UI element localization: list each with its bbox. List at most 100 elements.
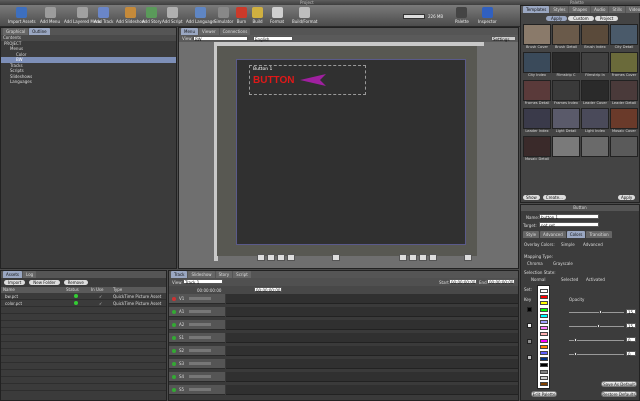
asset-row[interactable]	[1, 363, 166, 370]
end-field[interactable]: 00:00:00:00	[487, 279, 515, 285]
option-button-2[interactable]	[409, 254, 417, 261]
opacity-slider-knob[interactable]	[599, 310, 602, 314]
track-row-header[interactable]: S3	[169, 359, 225, 369]
color-menu-item[interactable]	[540, 295, 548, 300]
track-selector[interactable]	[189, 362, 211, 365]
asset-row[interactable]	[1, 342, 166, 349]
play-button[interactable]	[332, 254, 340, 261]
track-lane[interactable]	[226, 346, 518, 356]
track-enable-icon[interactable]	[172, 297, 176, 301]
tab-advanced[interactable]: Advanced	[540, 231, 566, 238]
color-popup-menu[interactable]	[537, 285, 550, 389]
toolbar-button-4[interactable]: Add Slideshow	[116, 5, 145, 27]
track-lane[interactable]	[226, 333, 518, 343]
mapping-grayscale[interactable]: Grayscale	[553, 261, 573, 266]
asset-row[interactable]: bw.pct ✓ QuickTime Picture Asset	[1, 293, 166, 300]
tab-slideshow[interactable]: Slideshow	[188, 271, 215, 278]
nav-button-4[interactable]	[287, 254, 295, 261]
track-lane[interactable]	[226, 385, 518, 395]
toolbar-button-9[interactable]: Burn	[236, 5, 247, 27]
template-thumb[interactable]: Brush Detail	[552, 24, 580, 51]
track-row-header[interactable]: A1	[169, 307, 225, 317]
language-select[interactable]: English	[253, 36, 293, 42]
overlay-advanced[interactable]: Advanced	[583, 242, 603, 247]
subtab-custom[interactable]: Custom	[568, 16, 594, 21]
col-in-use[interactable]: In Use	[91, 287, 103, 292]
toolbar-button-6[interactable]: Add Script	[162, 5, 183, 27]
track-lane[interactable]	[226, 307, 518, 317]
asset-row[interactable]	[1, 314, 166, 321]
selection-normal[interactable]: Normal	[531, 277, 545, 282]
settings-button[interactable]: Settings	[491, 36, 516, 42]
template-thumb[interactable]: City Index	[523, 52, 551, 79]
tab-log[interactable]: Log	[23, 271, 37, 278]
restore-defaults-button[interactable]: Restore Defaults	[601, 391, 637, 397]
outline-item[interactable]: Languages	[1, 79, 176, 85]
tab-graphical[interactable]: Graphical	[3, 28, 29, 35]
color-menu-item[interactable]	[540, 375, 548, 380]
asset-row[interactable]: color.pct ✓ QuickTime Picture Asset	[1, 300, 166, 307]
track-lane[interactable]	[226, 294, 518, 304]
track-row-header[interactable]: S2	[169, 346, 225, 356]
track-selector[interactable]	[189, 310, 211, 313]
col-type[interactable]: Type	[113, 287, 122, 292]
track-enable-icon[interactable]	[172, 323, 176, 327]
button-selection[interactable]: Button 1 BUTTON	[249, 65, 366, 95]
palette-tab-4[interactable]: Stills	[609, 6, 625, 13]
view-select[interactable]: BW	[193, 36, 248, 42]
option-button-4[interactable]	[429, 254, 437, 261]
start-field[interactable]: 00:00:00:00	[449, 279, 477, 285]
color-menu-item[interactable]	[540, 326, 548, 331]
template-thumb[interactable]: Filmstrip C	[552, 52, 580, 79]
track-lane[interactable]	[226, 320, 518, 330]
key-swatch[interactable]	[527, 355, 532, 360]
tab-story[interactable]: Story	[215, 271, 233, 278]
opacity-slider[interactable]	[569, 354, 624, 355]
apply-button[interactable]: Apply	[618, 195, 636, 200]
tab-track[interactable]: Track	[171, 271, 188, 278]
track-lane[interactable]	[226, 359, 518, 369]
track-enable-icon[interactable]	[172, 310, 176, 314]
template-thumb[interactable]: Frames Cover	[610, 52, 638, 79]
palette-tab-5[interactable]: Video	[626, 6, 640, 13]
key-swatch[interactable]	[527, 323, 532, 328]
color-menu-item[interactable]	[540, 369, 548, 374]
target-field[interactable]: not set	[539, 222, 599, 228]
key-swatch[interactable]	[527, 307, 532, 312]
track-row-header[interactable]: S4	[169, 372, 225, 382]
palette-tab-0[interactable]: Templates	[523, 6, 550, 13]
asset-row[interactable]	[1, 335, 166, 342]
track-view-select[interactable]: Track 1	[183, 279, 223, 285]
asset-row[interactable]	[1, 321, 166, 328]
edit-palette-button[interactable]: Edit Palette	[531, 391, 557, 397]
template-thumb[interactable]: Frames Detail	[523, 80, 551, 107]
template-thumb[interactable]	[552, 136, 580, 163]
col-status[interactable]: Status	[66, 287, 79, 292]
mapping-chroma[interactable]: Chroma	[527, 261, 543, 266]
asset-row[interactable]	[1, 370, 166, 377]
toolbar-button-8[interactable]: Simulator	[214, 5, 233, 27]
opacity-value[interactable]: 15	[626, 309, 636, 315]
track-selector[interactable]	[189, 349, 211, 352]
opacity-value[interactable]: 0	[626, 351, 636, 357]
color-menu-item[interactable]	[540, 313, 548, 318]
import-button[interactable]: Import	[4, 280, 26, 285]
nav-button-2[interactable]	[267, 254, 275, 261]
track-enable-icon[interactable]	[172, 362, 176, 366]
template-thumb[interactable]	[581, 136, 609, 163]
opacity-slider[interactable]	[569, 340, 624, 341]
track-enable-icon[interactable]	[172, 388, 176, 392]
timecode-field[interactable]: 00:00:00:00	[254, 287, 282, 293]
track-selector[interactable]	[189, 375, 211, 378]
toolbar-button-14[interactable]: Inspector	[478, 5, 497, 27]
color-menu-item[interactable]	[540, 344, 548, 349]
toolbar-button-1[interactable]: Add Menu	[40, 5, 60, 27]
track-enable-icon[interactable]	[172, 336, 176, 340]
color-menu-item[interactable]	[540, 332, 548, 337]
palette-tab-1[interactable]: Styles	[550, 6, 569, 13]
track-selector[interactable]	[189, 336, 211, 339]
color-menu-item[interactable]	[540, 301, 548, 306]
save-default-button[interactable]: Save As Default	[601, 381, 637, 387]
color-menu-item[interactable]	[540, 363, 548, 368]
template-thumb[interactable]: Filmstrip In	[581, 52, 609, 79]
